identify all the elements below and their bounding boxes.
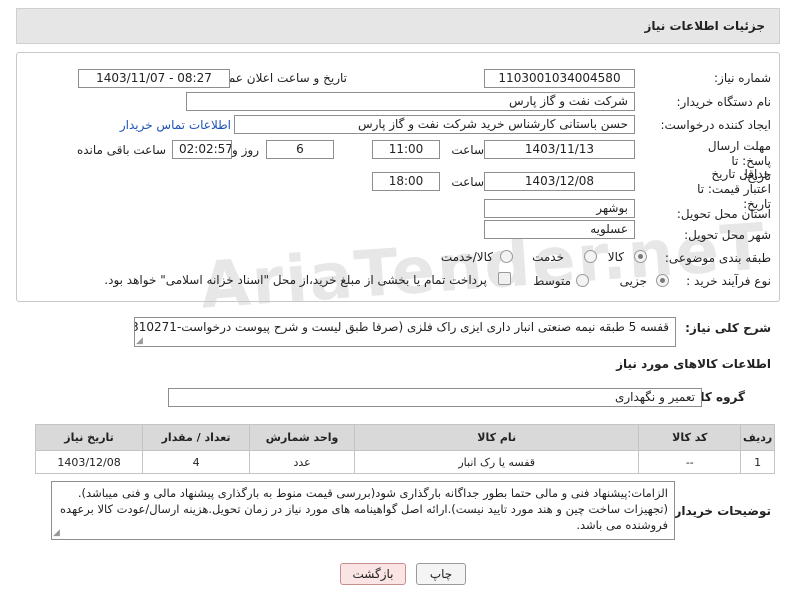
buyer-org-field: شرکت نفت و گاز پارس xyxy=(186,92,635,111)
category-radio-goods[interactable] xyxy=(634,250,647,263)
city-field: عسلویه xyxy=(484,220,635,239)
time-remaining-field: 02:02:57 xyxy=(172,140,232,159)
process-option-medium: متوسط xyxy=(533,274,571,288)
table-row: 1 -- قفسه یا رک انبار عدد 4 1403/12/08 xyxy=(34,450,775,474)
buyer-notes-textarea: الزامات:پیشنهاد فنی و مالی حتما بطور جدا… xyxy=(51,481,675,540)
days-remaining-field: 6 xyxy=(266,140,334,159)
buyer-notes-label: توضیحات خریدار: xyxy=(669,504,771,518)
days-label: روز و xyxy=(232,143,259,157)
province-field: بوشهر xyxy=(484,199,635,218)
resize-grip-icon[interactable]: ◢ xyxy=(136,336,143,346)
treasury-payment-checkbox[interactable] xyxy=(498,272,511,285)
col-name: نام کالا xyxy=(354,424,640,451)
col-row: ردیف xyxy=(740,424,775,451)
goods-table: ردیف کد کالا نام کالا واحد شمارش تعداد /… xyxy=(34,424,775,474)
min-valid-date-field: 1403/12/08 xyxy=(484,172,635,191)
cell-code: -- xyxy=(638,450,742,474)
panel-header: جزئیات اطلاعات نیاز xyxy=(16,8,780,44)
col-date: تاریخ نیاز xyxy=(34,424,144,451)
deadline-date-field: 1403/11/13 xyxy=(484,140,635,159)
cell-date: 1403/12/08 xyxy=(34,450,144,474)
requester-label: ایجاد کننده درخواست: xyxy=(660,118,771,132)
city-label: شهر محل تحویل: xyxy=(684,228,771,242)
deadline-time-label: ساعت xyxy=(451,143,484,157)
need-number-field: 1103001034004580 xyxy=(484,69,635,88)
description-label: شرح کلی نیاز: xyxy=(685,321,771,335)
treasury-payment-note: پرداخت تمام یا بخشی از مبلغ خرید،از محل … xyxy=(104,273,487,287)
requester-field: حسن باستانی کارشناس خرید شرکت نفت و گاز … xyxy=(234,115,635,134)
process-option-minor: جزیی xyxy=(619,274,647,288)
description-textarea: قفسه 5 طبقه نیمه صنعتی انبار داری ایزی ر… xyxy=(134,317,676,347)
col-unit: واحد شمارش xyxy=(249,424,356,451)
page-title: جزئیات اطلاعات نیاز xyxy=(644,19,765,33)
province-label: استان محل تحویل: xyxy=(676,207,771,221)
col-code: کد کالا xyxy=(638,424,742,451)
remaining-label: ساعت باقی مانده xyxy=(76,143,166,157)
back-button[interactable]: بازگشت xyxy=(340,563,406,585)
buyer-org-label: نام دستگاه خریدار: xyxy=(676,95,772,109)
table-header-row: ردیف کد کالا نام کالا واحد شمارش تعداد /… xyxy=(34,424,775,451)
category-option-goods-service: کالا/خدمت xyxy=(440,250,493,264)
cell-unit: عدد xyxy=(249,450,356,474)
process-label: نوع فرآیند خرید : xyxy=(686,274,771,288)
min-valid-label: حداقل تاریخ اعتبار قیمت: تا تاریخ: xyxy=(697,167,771,211)
print-button[interactable]: چاپ xyxy=(416,563,466,585)
process-radio-medium[interactable] xyxy=(576,274,589,287)
col-qty: تعداد / مقدار xyxy=(142,424,251,451)
category-option-service: خدمت xyxy=(532,250,564,264)
announce-datetime-field: 1403/11/07 - 08:27 xyxy=(78,69,230,88)
need-number-label: شماره نیاز: xyxy=(714,71,771,85)
goods-group-field: تعمیر و نگهداری xyxy=(168,388,702,407)
buyer-contact-link[interactable]: اطلاعات تماس خریدار xyxy=(120,118,231,132)
goods-section-title: اطلاعات کالاهای مورد نیاز xyxy=(616,357,771,371)
min-valid-time-field: 18:00 xyxy=(372,172,440,191)
process-radio-minor[interactable] xyxy=(656,274,669,287)
cell-qty: 4 xyxy=(142,450,251,474)
category-option-goods: کالا xyxy=(607,250,624,264)
min-valid-time-label: ساعت xyxy=(451,175,484,189)
cell-row: 1 xyxy=(740,450,775,474)
cell-name: قفسه یا رک انبار xyxy=(354,450,640,474)
category-label: طبقه بندی موضوعی: xyxy=(664,251,771,265)
resize-grip-icon[interactable]: ◢ xyxy=(53,528,60,538)
deadline-time-field: 11:00 xyxy=(372,140,440,159)
category-radio-goods-service[interactable] xyxy=(500,250,513,263)
category-radio-service[interactable] xyxy=(584,250,597,263)
